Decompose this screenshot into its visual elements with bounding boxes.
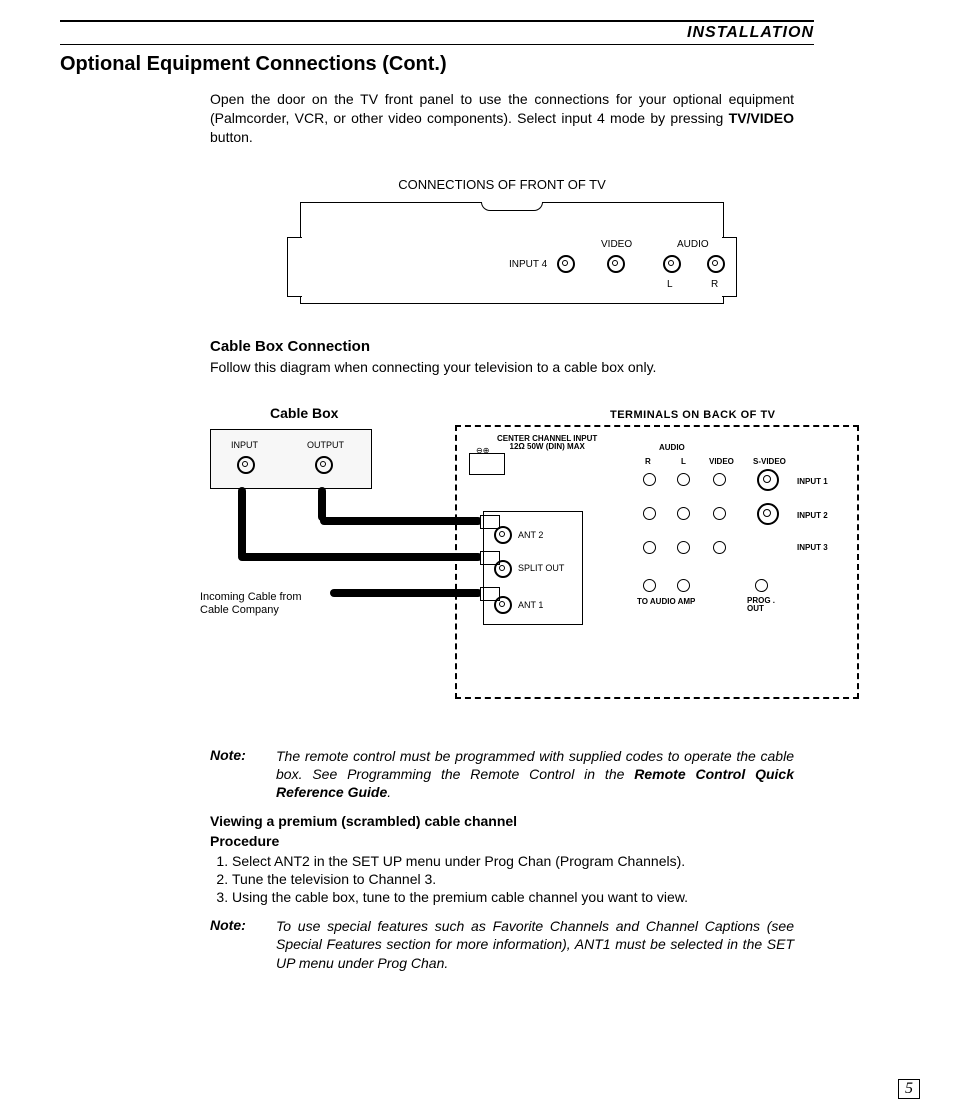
intro-paragraph: Open the door on the TV front panel to u… bbox=[210, 90, 794, 147]
audio-l-jack-icon bbox=[663, 255, 681, 273]
procedure-label: Procedure bbox=[210, 833, 794, 849]
cb-input-jack-icon bbox=[237, 456, 255, 474]
cable-input-split bbox=[238, 553, 482, 561]
audio-group-label: AUDIO bbox=[659, 443, 685, 452]
jack-l2-icon bbox=[677, 507, 690, 520]
input4-label: INPUT 4 bbox=[509, 259, 547, 270]
r-label: R bbox=[645, 457, 651, 466]
to-audio-amp-label: TO AUDIO AMP bbox=[637, 597, 695, 606]
note1-label: Note: bbox=[210, 747, 258, 802]
audio-r-jack-icon bbox=[707, 255, 725, 273]
antenna-box: ANT 2 SPLIT OUT ANT 1 bbox=[483, 511, 583, 625]
jack-r3-icon bbox=[643, 541, 656, 554]
input3-label: INPUT 3 bbox=[797, 543, 828, 552]
audio-l-label: L bbox=[667, 279, 673, 290]
cable-box: INPUT OUTPUT bbox=[210, 429, 372, 489]
prog-out-label: PROG . OUT bbox=[747, 597, 787, 613]
note-2: Note: To use special features such as Fa… bbox=[210, 917, 794, 972]
jack-prog-icon bbox=[755, 579, 768, 592]
front-panel-diagram: INPUT 4 VIDEO AUDIO L R bbox=[300, 202, 724, 304]
jack-l1-icon bbox=[677, 473, 690, 486]
procedure-step: Using the cable box, tune to the premium… bbox=[232, 889, 794, 905]
jack-l3-icon bbox=[677, 541, 690, 554]
jack-amp-r-icon bbox=[643, 579, 656, 592]
cb-output-jack-icon bbox=[315, 456, 333, 474]
center-channel-label: CENTER CHANNEL INPUT 12Ω 50W (DIN) MAX bbox=[497, 435, 597, 453]
audio-r-label: R bbox=[711, 279, 718, 290]
jack-r2-icon bbox=[643, 507, 656, 520]
cb-output-label: OUTPUT bbox=[307, 440, 344, 450]
note1-post: . bbox=[387, 784, 391, 800]
intro-pre: Open the door on the TV front panel to u… bbox=[210, 91, 794, 126]
cci-line1: CENTER CHANNEL INPUT bbox=[497, 434, 597, 443]
svideo-label: S-VIDEO bbox=[753, 457, 786, 466]
split-label: SPLIT OUT bbox=[518, 564, 564, 573]
cable-box-text: Follow this diagram when connecting your… bbox=[210, 359, 794, 375]
procedure-step: Tune the television to Channel 3. bbox=[232, 871, 794, 887]
procedure-step: Select ANT2 in the SET UP menu under Pro… bbox=[232, 853, 794, 869]
cci-line2: 12Ω 50W (DIN) MAX bbox=[510, 442, 585, 451]
ant1-label: ANT 1 bbox=[518, 600, 543, 610]
cable-box-title: Cable Box bbox=[270, 405, 338, 421]
cable-box-heading: Cable Box Connection bbox=[210, 338, 794, 355]
tv-back-panel: CENTER CHANNEL INPUT 12Ω 50W (DIN) MAX ⊖… bbox=[455, 425, 859, 699]
intro-bold: TV/VIDEO bbox=[729, 110, 794, 126]
terminal-block-icon: ⊖⊕ bbox=[469, 453, 505, 475]
front-diagram-title: CONNECTIONS OF FRONT OF TV bbox=[210, 177, 794, 192]
input4-jack-icon bbox=[557, 255, 575, 273]
cb-input-label: INPUT bbox=[231, 440, 258, 450]
svideo2-jack-icon bbox=[757, 503, 779, 525]
back-panel-diagram: Cable Box TERMINALS ON BACK OF TV INPUT … bbox=[210, 405, 794, 735]
l-label: L bbox=[681, 457, 686, 466]
procedure-list: Select ANT2 in the SET UP menu under Pro… bbox=[232, 853, 794, 905]
video-jack-icon bbox=[607, 255, 625, 273]
header-section: INSTALLATION bbox=[60, 24, 814, 45]
note2-text: To use special features such as Favorite… bbox=[276, 917, 794, 972]
page-title: Optional Equipment Connections (Cont.) bbox=[60, 53, 814, 76]
cable-output-drop bbox=[318, 487, 326, 521]
viewing-heading: Viewing a premium (scrambled) cable chan… bbox=[210, 813, 794, 829]
jack-v3-icon bbox=[713, 541, 726, 554]
terminals-title: TERMINALS ON BACK OF TV bbox=[610, 409, 776, 421]
note2-label: Note: bbox=[210, 917, 258, 972]
split-jack-icon bbox=[494, 560, 512, 578]
jack-r1-icon bbox=[643, 473, 656, 486]
video-group-label: VIDEO bbox=[709, 457, 734, 466]
input1-label: INPUT 1 bbox=[797, 477, 828, 486]
jack-v2-icon bbox=[713, 507, 726, 520]
ant2-label: ANT 2 bbox=[518, 530, 543, 540]
note-1: Note: The remote control must be program… bbox=[210, 747, 794, 802]
audio-label: AUDIO bbox=[677, 239, 709, 250]
svideo1-jack-icon bbox=[757, 469, 779, 491]
jack-v1-icon bbox=[713, 473, 726, 486]
input2-label: INPUT 2 bbox=[797, 511, 828, 520]
intro-post: button. bbox=[210, 129, 253, 145]
page-number: 5 bbox=[898, 1079, 920, 1099]
ant2-jack-icon bbox=[494, 526, 512, 544]
cable-input-drop bbox=[238, 487, 246, 559]
video-label: VIDEO bbox=[601, 239, 632, 250]
incoming-cable-label: Incoming Cable from Cable Company bbox=[200, 591, 330, 617]
ant1-jack-icon bbox=[494, 596, 512, 614]
jack-amp-l-icon bbox=[677, 579, 690, 592]
